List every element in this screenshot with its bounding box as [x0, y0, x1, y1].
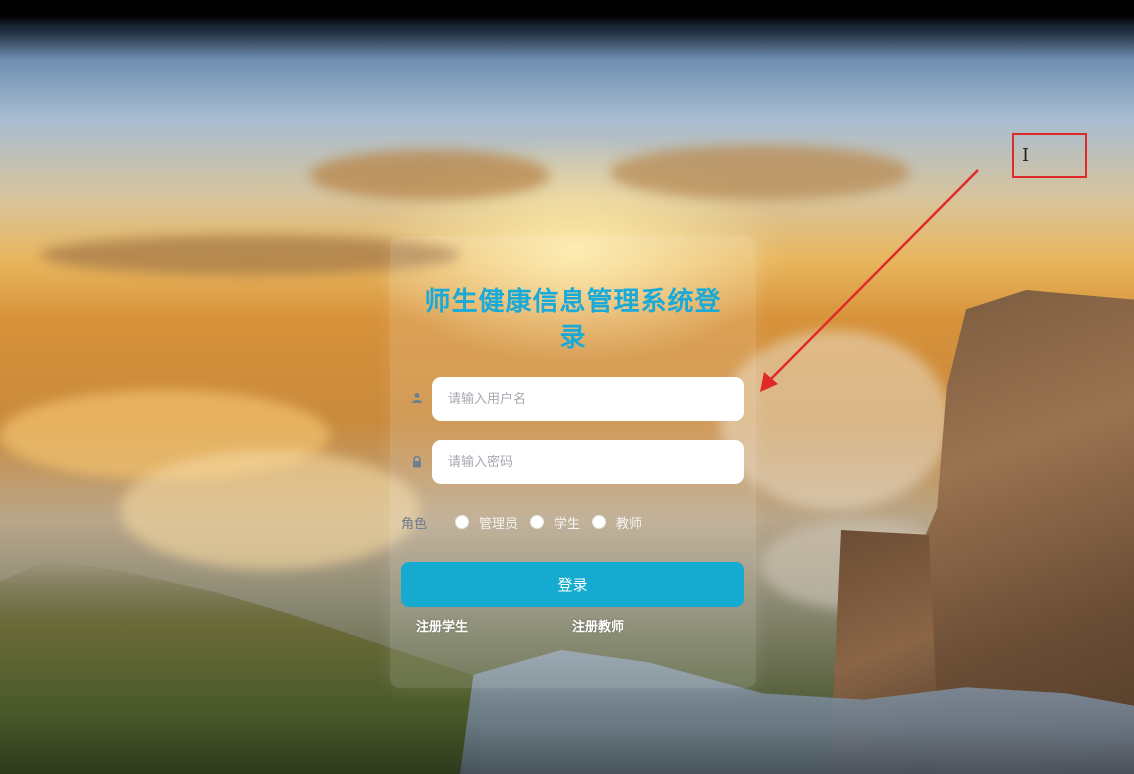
role-option-label: 教师 [616, 516, 643, 532]
radio-button[interactable] [455, 515, 470, 529]
role-label: 角色 [401, 516, 428, 532]
background-scene: 师生健康信息管理系统登录 角色 管理员 学生 [0, 0, 1134, 774]
radio-button[interactable] [592, 515, 607, 529]
login-card: 师生健康信息管理系统登录 角色 管理员 学生 [390, 236, 756, 688]
username-input[interactable] [432, 377, 744, 421]
top-dark-bar [0, 0, 1134, 26]
user-icon [410, 392, 424, 406]
login-button[interactable]: 登录 [401, 562, 744, 607]
role-option-student[interactable]: 学生 [530, 513, 580, 532]
lock-icon [410, 455, 424, 470]
page-title: 师生健康信息管理系统登录 [424, 287, 722, 353]
role-option-teacher[interactable]: 教师 [592, 513, 642, 532]
cloud [610, 145, 910, 200]
cloud [120, 450, 420, 570]
cloud [310, 150, 550, 200]
register-teacher-link[interactable]: 注册教师 [572, 616, 624, 635]
role-option-label: 管理员 [479, 516, 519, 532]
password-input[interactable] [432, 440, 744, 484]
register-student-link[interactable]: 注册学生 [416, 616, 468, 635]
text-cursor-icon: I [1022, 145, 1030, 166]
role-option-label: 学生 [554, 516, 581, 532]
radio-button[interactable] [530, 515, 545, 529]
role-selector: 角色 管理员 学生 教师 [401, 512, 654, 532]
role-option-admin[interactable]: 管理员 [455, 513, 518, 532]
